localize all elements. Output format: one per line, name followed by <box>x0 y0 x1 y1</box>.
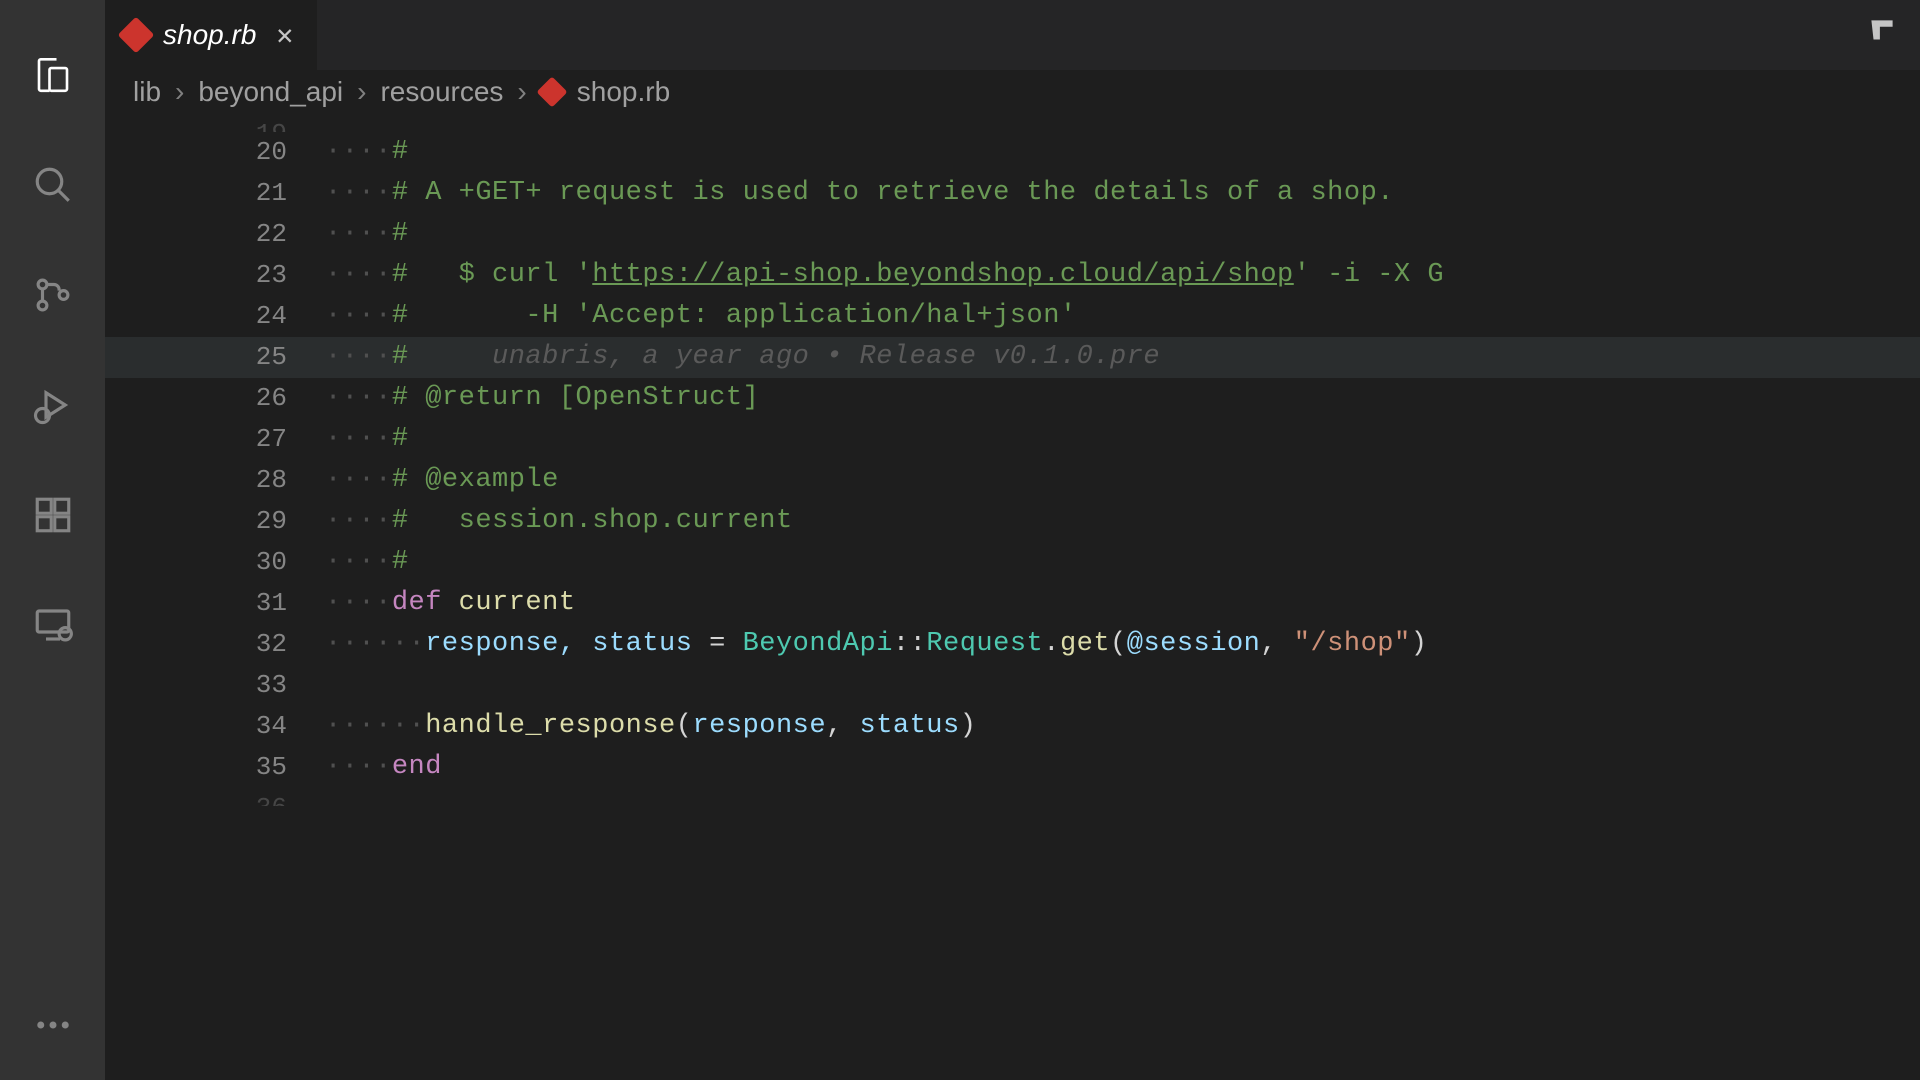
code-content[interactable]: ····# ····# A +GET+ request is used to r… <box>325 114 1920 1080</box>
code-line[interactable]: ····# <box>325 419 1920 460</box>
line-number: 34 <box>105 706 325 747</box>
code-line[interactable]: ····# A +GET+ request is used to retriev… <box>325 173 1920 214</box>
code-line[interactable]: ····# <box>325 132 1920 173</box>
line-number: 32 <box>105 624 325 665</box>
line-number: 19 <box>105 114 325 132</box>
breadcrumb-item[interactable]: lib <box>133 76 161 108</box>
chevron-right-icon: › <box>175 76 184 108</box>
code-line[interactable]: ····end <box>325 747 1920 788</box>
line-number: 22 <box>105 214 325 255</box>
ruby-icon <box>536 76 567 107</box>
line-number: 27 <box>105 419 325 460</box>
more-icon[interactable] <box>23 995 83 1055</box>
tab-bar: shop.rb ✕ <box>105 0 1920 70</box>
code-line[interactable]: ······response, status = BeyondApi::Requ… <box>325 624 1920 665</box>
tab-shop-rb[interactable]: shop.rb ✕ <box>105 0 318 70</box>
code-line[interactable]: ····def current <box>325 583 1920 624</box>
line-gutter: 19 20 21 22 23 24 25 26 27 28 29 30 31 3… <box>105 114 325 1080</box>
code-line[interactable] <box>325 665 1920 706</box>
line-number: 23 <box>105 255 325 296</box>
code-line[interactable]: ····# $ curl 'https://api-shop.beyondsho… <box>325 255 1920 296</box>
breadcrumb-item[interactable]: beyond_api <box>198 76 343 108</box>
line-number: 21 <box>105 173 325 214</box>
line-number: 35 <box>105 747 325 788</box>
line-number: 31 <box>105 583 325 624</box>
remote-icon[interactable] <box>23 595 83 655</box>
code-line[interactable]: ····# unabris, a year ago • Release v0.1… <box>325 337 1920 378</box>
code-editor[interactable]: 19 20 21 22 23 24 25 26 27 28 29 30 31 3… <box>105 114 1920 1080</box>
line-number: 30 <box>105 542 325 583</box>
line-number: 24 <box>105 296 325 337</box>
code-line[interactable]: ····# <box>325 214 1920 255</box>
line-number: 36 <box>105 788 325 806</box>
close-icon[interactable]: ✕ <box>270 18 299 53</box>
line-number: 33 <box>105 665 325 706</box>
breadcrumb[interactable]: lib › beyond_api › resources › shop.rb <box>105 70 1920 114</box>
breadcrumb-item[interactable]: shop.rb <box>577 76 670 108</box>
code-line[interactable] <box>325 788 1920 806</box>
editor-main: shop.rb ✕ lib › beyond_api › resources ›… <box>105 0 1920 1080</box>
chevron-right-icon: › <box>357 76 366 108</box>
code-line[interactable]: ····# @example <box>325 460 1920 501</box>
code-line[interactable]: ······handle_response(response, status) <box>325 706 1920 747</box>
chevron-right-icon: › <box>517 76 526 108</box>
search-icon[interactable] <box>23 155 83 215</box>
code-line[interactable]: ····# -H 'Accept: application/hal+json' <box>325 296 1920 337</box>
tab-label: shop.rb <box>163 19 256 51</box>
code-line[interactable]: ····# @return [OpenStruct] <box>325 378 1920 419</box>
debug-icon[interactable] <box>23 375 83 435</box>
code-line[interactable] <box>325 114 1920 132</box>
activity-bar <box>0 0 105 1080</box>
explorer-icon[interactable] <box>23 45 83 105</box>
line-number: 20 <box>105 132 325 173</box>
extensions-icon[interactable] <box>23 485 83 545</box>
line-number: 28 <box>105 460 325 501</box>
line-number: 25 <box>105 337 325 378</box>
source-control-icon[interactable] <box>23 265 83 325</box>
tab-action-icon[interactable] <box>1844 13 1920 57</box>
line-number: 29 <box>105 501 325 542</box>
code-line[interactable]: ····# session.shop.current <box>325 501 1920 542</box>
code-line[interactable]: ····# <box>325 542 1920 583</box>
line-number: 26 <box>105 378 325 419</box>
breadcrumb-item[interactable]: resources <box>380 76 503 108</box>
ruby-icon <box>118 17 155 54</box>
